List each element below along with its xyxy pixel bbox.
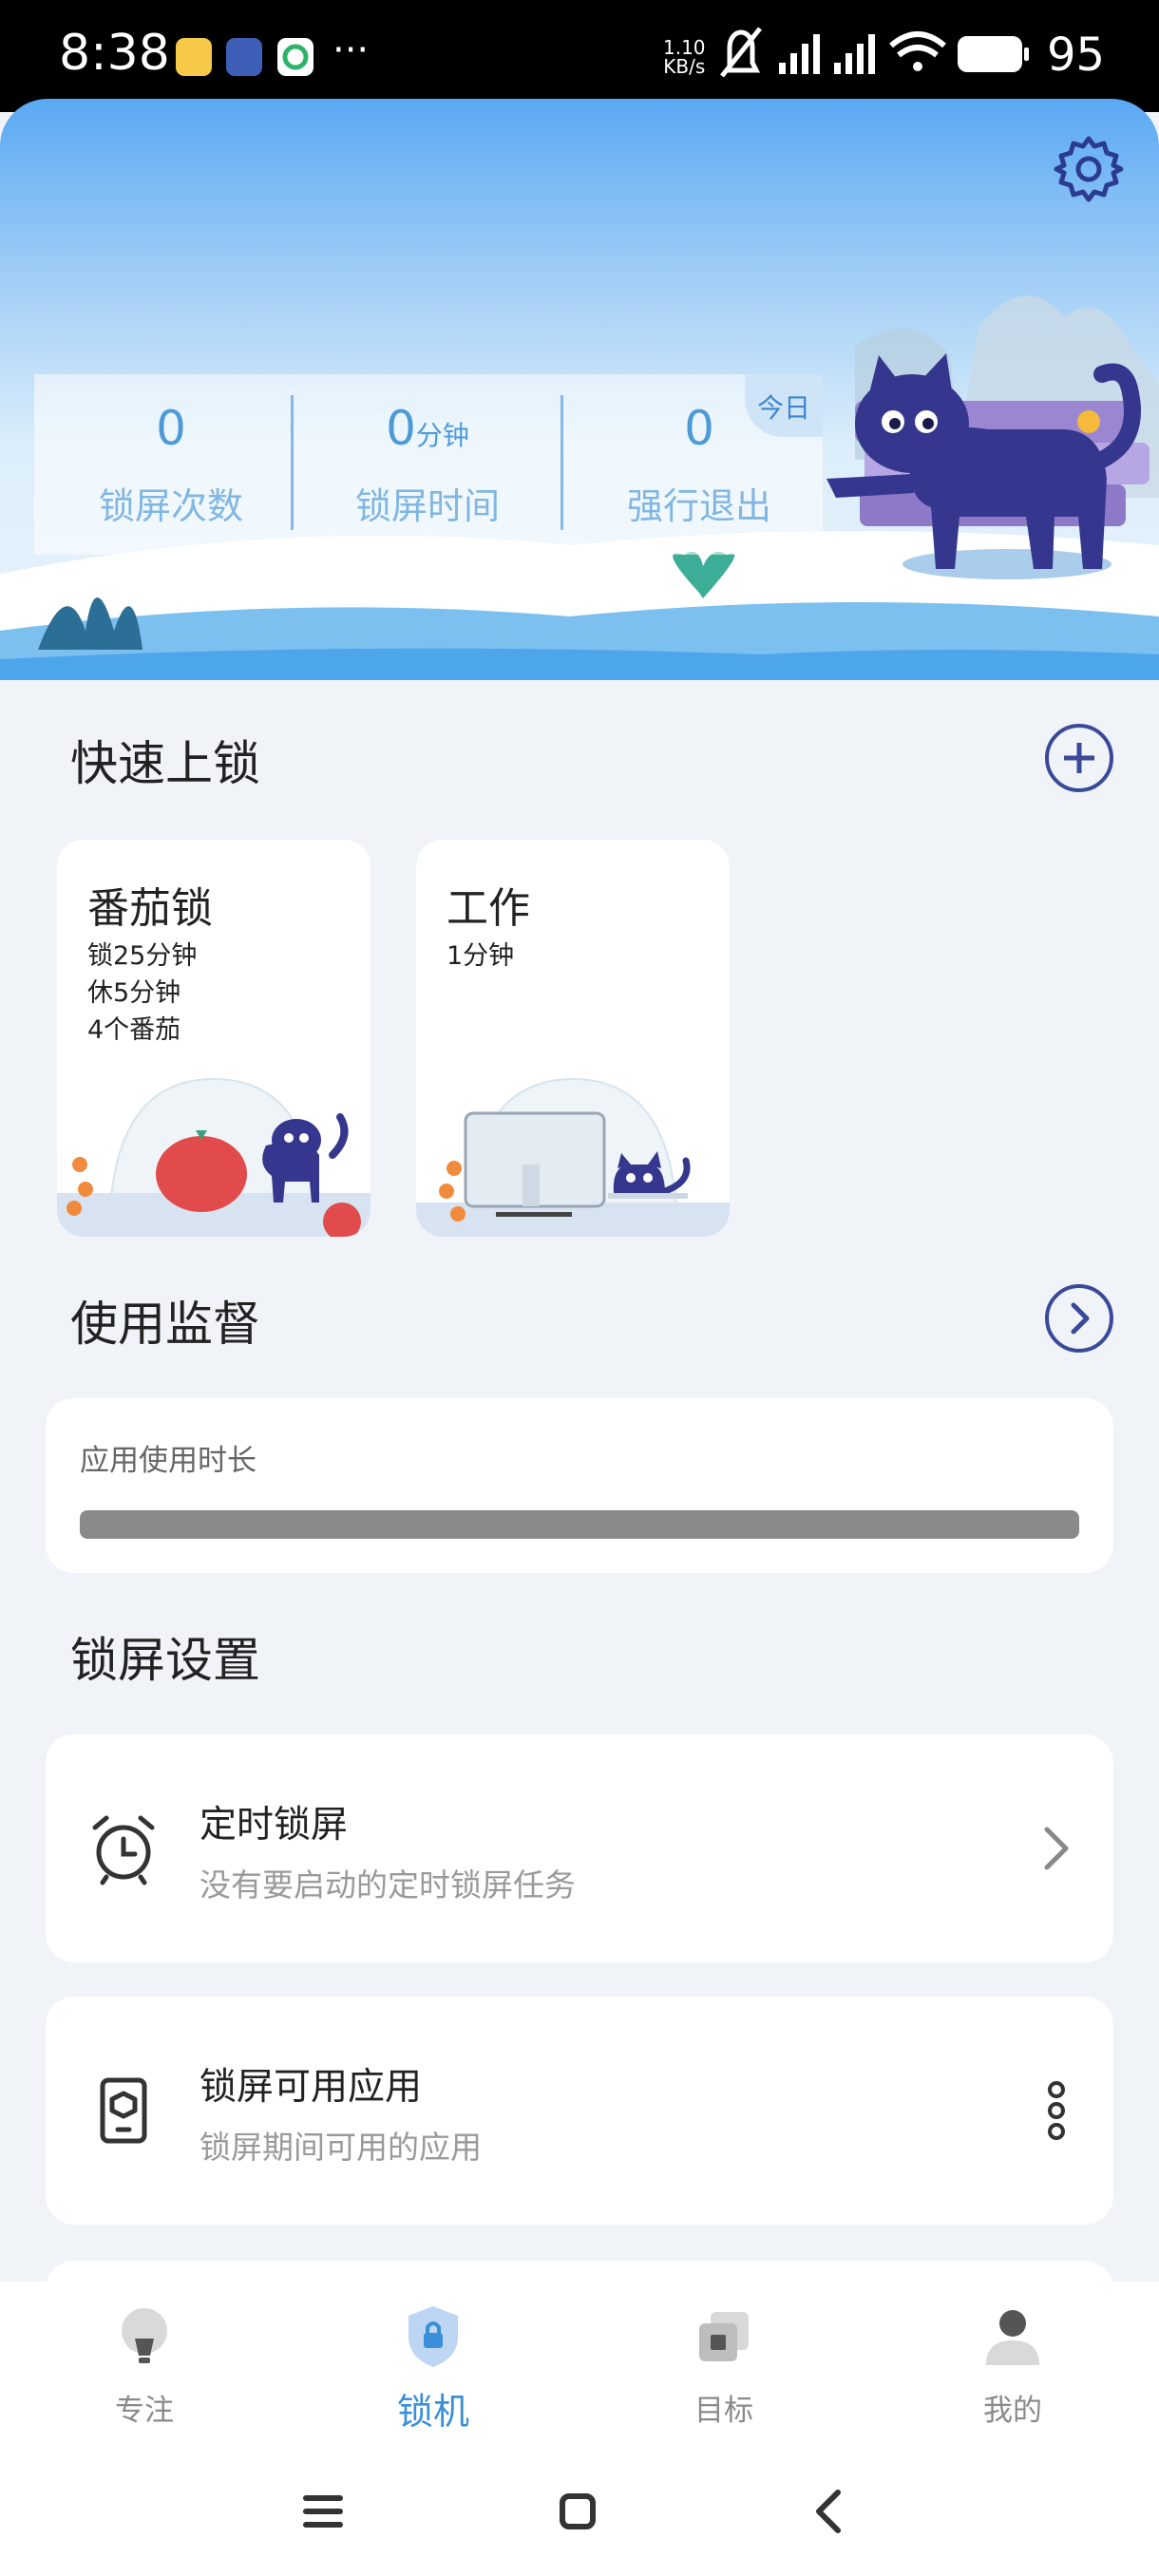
settings-button[interactable] (1053, 133, 1125, 205)
tomato-cat-illustration (57, 1077, 370, 1237)
nav-lock[interactable]: 锁机 (338, 2302, 528, 2445)
app-usage-bar (80, 1510, 1079, 1539)
back-icon[interactable] (792, 2473, 868, 2549)
quick-lock-title: 快速上锁 (70, 736, 260, 791)
nav-focus[interactable]: 专注 (49, 2302, 239, 2445)
lock-allowed-apps-subtitle: 锁屏期间可用的应用 (200, 2129, 482, 2166)
status-time: 8:38 (59, 25, 170, 82)
mute-icon (720, 27, 762, 78)
add-quick-lock-button[interactable] (1045, 724, 1113, 792)
app-usage-label: 应用使用时长 (80, 1444, 256, 1478)
wifi-icon (889, 31, 946, 71)
stat-divider (560, 395, 563, 530)
battery-icon (958, 36, 1029, 72)
scheduled-lock-row[interactable]: 定时锁屏 没有要启动的定时锁屏任务 (46, 1734, 1113, 1962)
usage-detail-button[interactable] (1045, 1284, 1113, 1353)
computer-cat-illustration (416, 1077, 730, 1237)
nav-mine[interactable]: 我的 (918, 2302, 1108, 2445)
lock-settings-title: 锁屏设置 (70, 1633, 260, 1688)
quick-lock-card-work[interactable]: 工作 1分钟 (416, 840, 730, 1237)
nav-goals[interactable]: 目标 (629, 2302, 819, 2445)
bottom-navigation: 专注 锁机 目标 我的 (0, 2282, 1159, 2447)
scheduled-lock-title: 定时锁屏 (200, 1804, 349, 1847)
lock-allowed-apps-row[interactable]: 锁屏可用应用 锁屏期间可用的应用 (46, 1997, 1113, 2225)
gear-icon (1054, 136, 1124, 202)
quick-lock-card-title: 番茄锁 (87, 884, 213, 933)
status-bar: 8:38 ··· 1.10 KB/s 95 (0, 0, 1159, 112)
app-usage-card[interactable]: 应用使用时长 (46, 1398, 1113, 1573)
bulb-icon (122, 2308, 167, 2363)
chevron-right-icon (1044, 1827, 1069, 1870)
menu-icon[interactable] (285, 2473, 361, 2549)
person-icon (986, 2310, 1039, 2365)
home-icon[interactable] (540, 2473, 616, 2549)
lock-shield-icon (408, 2306, 458, 2367)
message-app-icon (176, 38, 212, 76)
chevron-right-icon (1071, 1302, 1090, 1335)
scheduled-lock-subtitle: 没有要启动的定时锁屏任务 (200, 1866, 576, 1904)
app-notification-icon (226, 38, 262, 76)
app-notification-icon-2 (277, 38, 314, 76)
phone-app-icon (100, 2077, 147, 2144)
quick-lock-card-tomato[interactable]: 番茄锁 锁25分钟 休5分钟 4个番茄 (57, 840, 370, 1237)
more-vertical-icon[interactable] (1028, 2073, 1085, 2149)
plus-icon (1064, 743, 1094, 773)
stat-lock-time: 0分钟 锁屏时间 (354, 401, 500, 527)
lock-stats-header: 0 锁屏次数 0分钟 锁屏时间 0 强行退出 今日 (0, 99, 1159, 680)
alarm-clock-icon (92, 1815, 155, 1885)
stat-divider (291, 395, 294, 530)
quick-lock-card-title: 工作 (446, 884, 530, 933)
signal-icon-2 (834, 34, 875, 74)
today-stats-panel: 0 锁屏次数 0分钟 锁屏时间 0 强行退出 (34, 374, 823, 555)
target-layers-icon (699, 2312, 749, 2361)
signal-icon (779, 34, 820, 74)
more-notifications-icon: ··· (332, 28, 370, 72)
stat-lock-count: 0 锁屏次数 (98, 401, 243, 527)
lock-allowed-apps-title: 锁屏可用应用 (200, 2066, 423, 2109)
system-navigation-bar (0, 2447, 1159, 2576)
battery-level: 95 (1047, 28, 1106, 82)
usage-supervision-title: 使用监督 (70, 1297, 260, 1352)
